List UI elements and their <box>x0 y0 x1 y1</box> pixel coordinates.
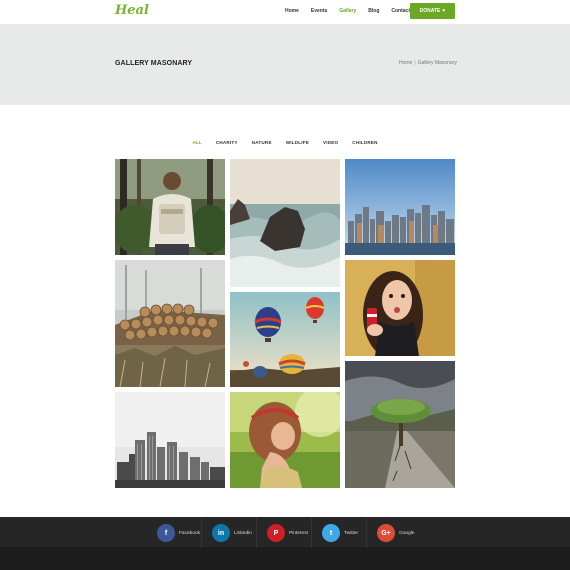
social-label: Google <box>399 530 415 536</box>
filter-nature[interactable]: NATURE <box>252 140 272 145</box>
google-plus-icon: G+ <box>377 524 395 542</box>
gallery-item-rock-sea[interactable] <box>230 159 340 287</box>
gallery-item-hot-air-balloons[interactable] <box>230 292 340 387</box>
page-title: GALLERY MASONARY <box>115 60 193 67</box>
linkedin-icon: in <box>212 524 230 542</box>
gallery-item-woman-soda[interactable] <box>345 260 455 356</box>
social-twitter[interactable]: t Twitter <box>312 518 367 548</box>
social-pinterest[interactable]: P Pinterest <box>257 518 312 548</box>
filter-wildlife[interactable]: WILDLIFE <box>286 140 309 145</box>
social-facebook[interactable]: f Facebook <box>147 518 202 548</box>
gallery-filters: ALL CHARITY NATURE WILDLIFE VIDEO CHILDR… <box>0 140 570 145</box>
facebook-icon: f <box>157 524 175 542</box>
page: Heal Home Events Gallery Blog Contact DO… <box>0 0 570 570</box>
breadcrumb-separator: | <box>414 60 416 66</box>
nav-item-home[interactable]: Home <box>285 8 299 14</box>
social-label: Pinterest <box>289 530 308 536</box>
social-google[interactable]: G+ Google <box>367 518 422 548</box>
twitter-icon: t <box>322 524 340 542</box>
gallery-item-logs-fog[interactable] <box>115 260 225 387</box>
gallery-item-tree-road[interactable] <box>345 361 455 488</box>
nav-item-events[interactable]: Events <box>311 8 327 14</box>
donate-label: DONATE <box>419 8 441 14</box>
page-banner: GALLERY MASONARY Home | Gallery Masonary <box>0 24 570 105</box>
gallery-item-grayscale-city[interactable] <box>115 392 225 488</box>
breadcrumb: Home | Gallery Masonary <box>399 60 457 66</box>
nav-item-gallery[interactable]: Gallery <box>339 8 356 14</box>
nav-item-contact[interactable]: Contact <box>391 8 410 14</box>
social-label: Facebook <box>179 530 201 536</box>
main-nav: Home Events Gallery Blog Contact <box>273 8 410 14</box>
gallery-item-city-skyline[interactable] <box>345 159 455 255</box>
gallery-item-hiker-forest[interactable] <box>115 159 225 255</box>
pinterest-icon: P <box>267 524 285 542</box>
site-header: Heal Home Events Gallery Blog Contact DO… <box>0 0 570 24</box>
donate-button[interactable]: DONATE ♥ <box>410 3 455 19</box>
social-label: Twitter <box>344 530 359 536</box>
social-links: f Facebook in Linkedin P Pinterest t Twi… <box>147 518 425 548</box>
social-label: Linkedin <box>234 530 252 536</box>
nav-item-blog[interactable]: Blog <box>368 8 379 14</box>
filter-charity[interactable]: CHARITY <box>216 140 238 145</box>
footer-bottom-bar <box>0 547 570 570</box>
social-linkedin[interactable]: in Linkedin <box>202 518 257 548</box>
filter-all[interactable]: ALL <box>192 140 202 145</box>
gallery-item-girl-in-field[interactable] <box>230 392 340 488</box>
filter-children[interactable]: CHILDREN <box>352 140 377 145</box>
breadcrumb-current: Gallery Masonary <box>417 60 457 66</box>
breadcrumb-home[interactable]: Home <box>399 60 412 66</box>
filter-video[interactable]: VIDEO <box>323 140 338 145</box>
site-logo[interactable]: Heal <box>115 3 149 18</box>
heart-icon: ♥ <box>442 8 446 14</box>
